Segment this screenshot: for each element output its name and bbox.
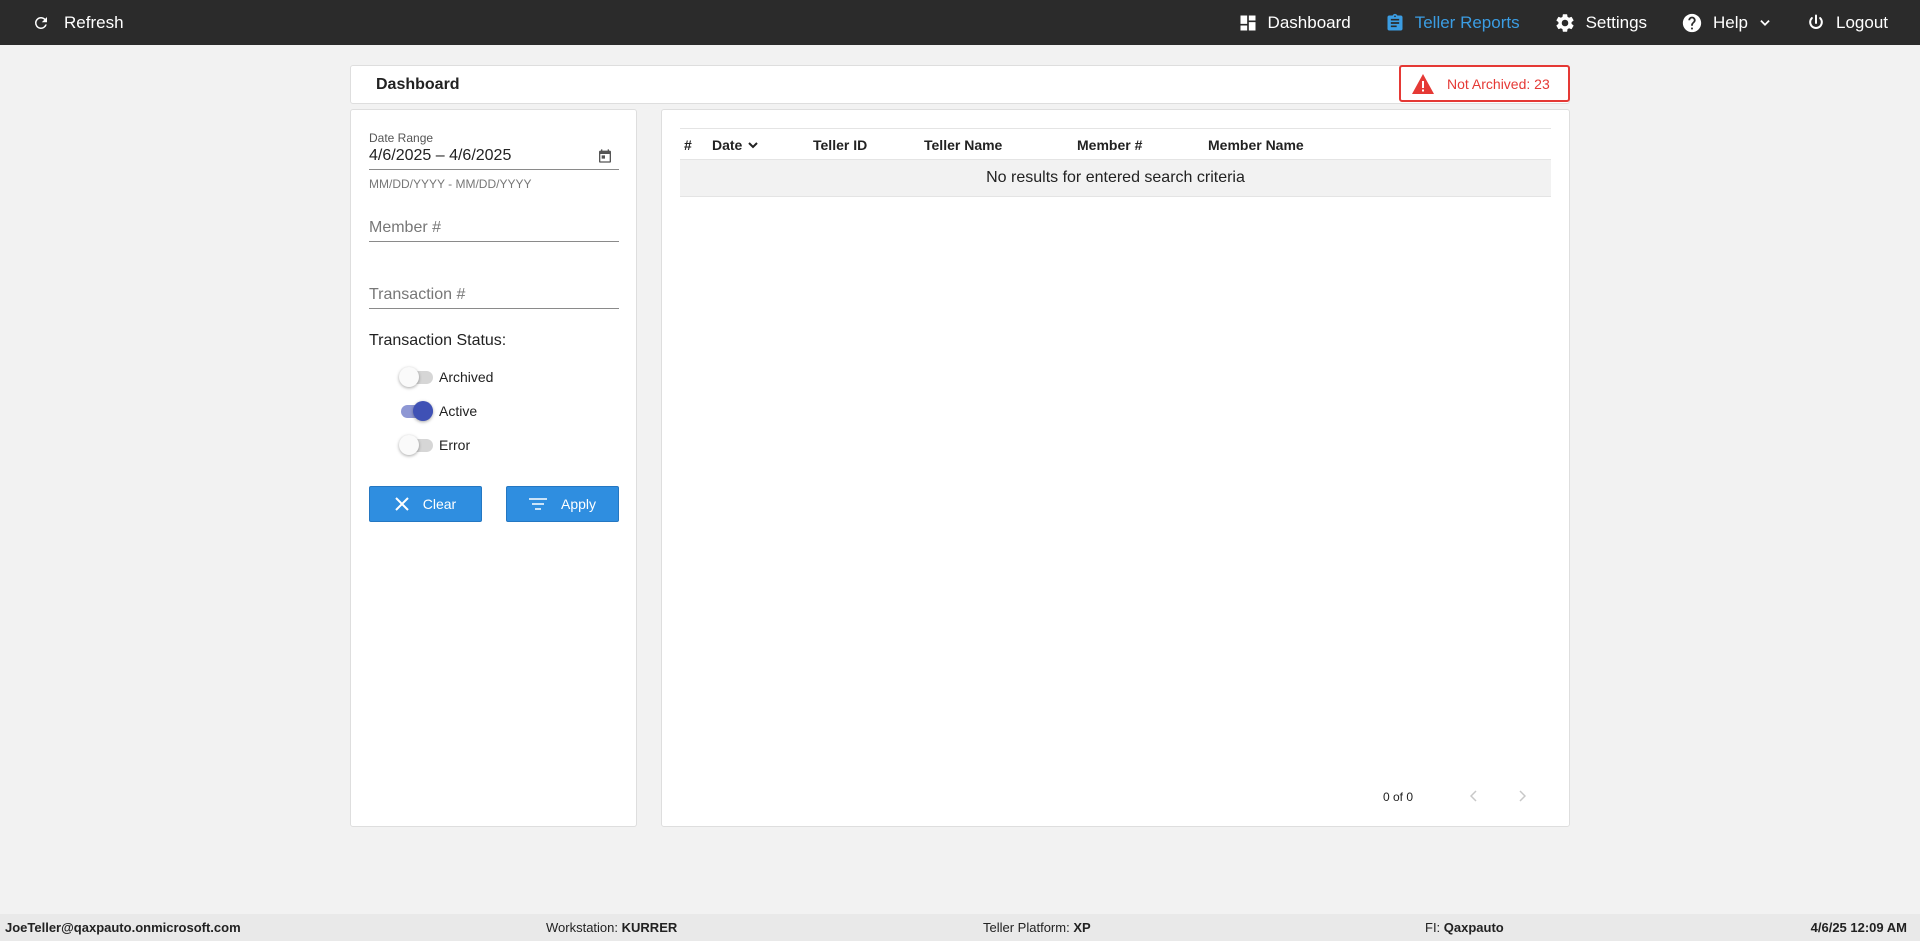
calendar-icon[interactable] <box>597 148 613 164</box>
column-header-teller-id[interactable]: Teller ID <box>813 137 867 153</box>
footer-user-email: JoeTeller@qaxpauto.onmicrosoft.com <box>5 920 241 935</box>
footer-fi-value: Qaxpauto <box>1443 920 1504 935</box>
nav-logout-label: Logout <box>1836 12 1888 32</box>
footer-workstation: Workstation: KURRER <box>546 920 677 935</box>
footer-workstation-label: Workstation: <box>546 920 619 935</box>
nav-logout[interactable]: Logout <box>1806 0 1888 45</box>
column-member-number-label: Member # <box>1077 137 1143 153</box>
table-header-row: # Date Teller ID Teller Name Member # Me… <box>680 128 1551 160</box>
chevron-right-icon <box>1519 790 1526 802</box>
clear-label: Clear <box>422 496 457 512</box>
filter-panel: Date Range 4/6/2025 – 4/6/2025 MM/DD/YYY… <box>350 109 637 827</box>
column-header-number[interactable]: # <box>684 137 692 153</box>
footer-platform-label: Teller Platform: <box>983 920 1070 935</box>
column-header-member-number[interactable]: Member # <box>1077 137 1142 153</box>
active-toggle[interactable] <box>399 400 433 422</box>
refresh-icon <box>34 16 47 29</box>
warning-icon <box>1412 73 1434 94</box>
column-teller-name-label: Teller Name <box>924 137 1003 153</box>
date-range-input[interactable]: 4/6/2025 – 4/6/2025 <box>369 147 619 170</box>
clipboard-icon <box>1387 13 1403 31</box>
footer-platform-value: XP <box>1073 920 1091 935</box>
footer-user: JoeTeller@qaxpauto.onmicrosoft.com <box>5 920 241 935</box>
nav-dashboard[interactable]: Dashboard <box>1238 0 1351 45</box>
nav-help-label: Help <box>1713 12 1748 32</box>
next-page-button[interactable] <box>1514 788 1530 804</box>
chevron-down-icon <box>1760 19 1770 26</box>
help-icon <box>1682 13 1702 32</box>
footer-workstation-value: KURRER <box>621 920 678 935</box>
member-number-input[interactable] <box>369 214 619 242</box>
archived-label: Archived <box>439 369 494 385</box>
column-header-member-name[interactable]: Member Name <box>1208 137 1304 153</box>
nav-help[interactable]: Help <box>1681 0 1772 45</box>
refresh-label: Refresh <box>64 12 124 32</box>
nav-teller-reports[interactable]: Teller Reports <box>1385 0 1520 45</box>
column-teller-id-label: Teller ID <box>813 137 868 153</box>
date-range-label: Date Range <box>369 131 434 145</box>
transaction-status-label: Transaction Status: <box>369 332 507 349</box>
footer-platform: Teller Platform: XP <box>983 920 1091 935</box>
column-date-label: Date <box>712 137 743 153</box>
status-toggle-error: Error <box>399 434 470 456</box>
nav-menu: Dashboard Teller Reports Settings Help L… <box>1204 0 1888 45</box>
close-icon <box>395 497 409 511</box>
nav-dashboard-label: Dashboard <box>1267 12 1351 32</box>
transaction-number-input[interactable] <box>369 281 619 309</box>
apply-button[interactable]: Apply <box>506 486 619 522</box>
top-nav-bar: Refresh Dashboard Teller Reports Setting… <box>0 0 1920 45</box>
archived-toggle[interactable] <box>399 366 433 388</box>
status-footer: JoeTeller@qaxpauto.onmicrosoft.com Works… <box>0 914 1920 941</box>
member-number-field <box>369 214 619 242</box>
chevron-left-icon <box>1470 790 1477 802</box>
status-toggle-active: Active <box>399 400 477 422</box>
power-icon <box>1809 14 1823 29</box>
dashboard-icon <box>1240 15 1256 30</box>
date-range-value: 4/6/2025 – 4/6/2025 <box>369 147 512 164</box>
results-panel: # Date Teller ID Teller Name Member # Me… <box>661 109 1570 827</box>
column-number-label: # <box>684 137 692 153</box>
pagination-range: 0 of 0 <box>1383 790 1414 804</box>
not-archived-label: Not Archived: 23 <box>1447 75 1550 92</box>
column-header-teller-name[interactable]: Teller Name <box>924 137 1002 153</box>
active-label: Active <box>439 403 478 419</box>
nav-teller-reports-label: Teller Reports <box>1414 12 1520 32</box>
column-header-date[interactable]: Date <box>712 137 760 153</box>
date-range-field[interactable]: Date Range 4/6/2025 – 4/6/2025 MM/DD/YYY… <box>369 131 619 191</box>
filter-icon <box>528 498 547 510</box>
error-label: Error <box>439 437 471 453</box>
footer-datetime: 4/6/25 12:09 AM <box>1811 920 1907 935</box>
refresh-button[interactable]: Refresh <box>32 0 124 45</box>
not-archived-badge[interactable]: Not Archived: 23 <box>1399 65 1570 102</box>
apply-label: Apply <box>560 496 597 512</box>
sort-descending-icon <box>748 142 759 149</box>
empty-results-message: No results for entered search criteria <box>986 169 1245 186</box>
footer-fi-label: FI: <box>1425 920 1441 935</box>
footer-fi: FI: Qaxpauto <box>1425 920 1504 935</box>
transaction-number-field <box>369 281 619 309</box>
date-range-hint: MM/DD/YYYY - MM/DD/YYYY <box>369 177 532 191</box>
footer-datetime-value: 4/6/25 12:09 AM <box>1810 920 1907 935</box>
header-card: Dashboard Not Archived: 23 <box>350 65 1570 104</box>
column-member-name-label: Member Name <box>1208 137 1304 153</box>
nav-settings[interactable]: Settings <box>1554 0 1647 45</box>
empty-results-row: No results for entered search criteria <box>680 160 1551 197</box>
previous-page-button[interactable] <box>1466 788 1482 804</box>
nav-settings-label: Settings <box>1585 12 1648 32</box>
status-toggle-archived: Archived <box>399 366 493 388</box>
page-title: Dashboard <box>376 76 460 93</box>
error-toggle[interactable] <box>399 434 433 456</box>
gear-icon <box>1556 13 1574 32</box>
clear-button[interactable]: Clear <box>369 486 482 522</box>
